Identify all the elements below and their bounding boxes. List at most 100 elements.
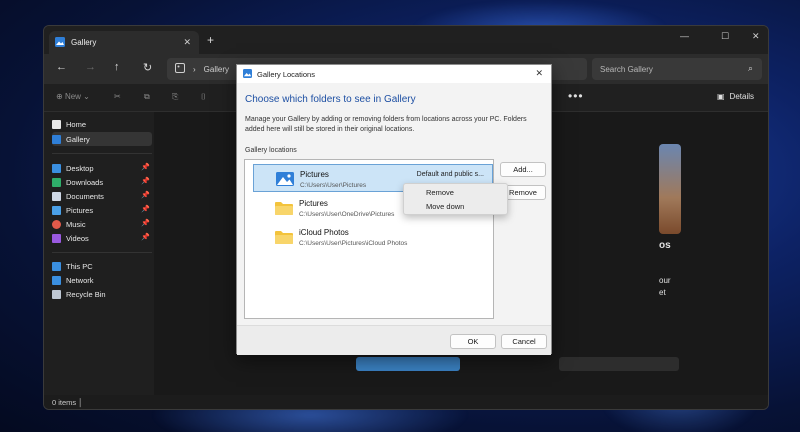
- sidebar-item-label: Videos: [66, 233, 89, 243]
- sidebar-item-label: This PC: [66, 261, 93, 271]
- details-button[interactable]: ▣ Details: [717, 92, 754, 101]
- computer-icon: [52, 261, 61, 271]
- downloads-icon: [52, 177, 61, 187]
- refresh-button[interactable]: ↻: [143, 61, 152, 74]
- details-pane-icon: ▣: [716, 92, 725, 101]
- cancel-button[interactable]: Cancel: [501, 334, 547, 349]
- sidebar-item-label: Downloads: [66, 177, 104, 187]
- sidebar-item-label: Documents: [66, 191, 104, 201]
- gallery-icon: [52, 134, 61, 144]
- navigation-pane: Home Gallery Desktop 📌 Downloads 📌 Docum…: [44, 112, 154, 395]
- sidebar-item-this-pc[interactable]: This PC: [52, 259, 152, 273]
- sidebar-item-recycle-bin[interactable]: Recycle Bin: [52, 287, 152, 301]
- list-item[interactable]: iCloud Photos C:\Users\User\Pictures\iCl…: [253, 223, 493, 251]
- promo-image: [659, 144, 681, 234]
- new-tab-button[interactable]: +: [207, 33, 214, 47]
- divider: [52, 252, 152, 253]
- promo-text: os: [659, 240, 671, 251]
- menu-item-remove[interactable]: Remove: [426, 188, 454, 197]
- sidebar-item-label: Gallery: [66, 134, 90, 144]
- forward-button[interactable]: →: [85, 61, 96, 73]
- ok-button[interactable]: OK: [450, 334, 496, 349]
- search-icon: ⌕: [747, 63, 753, 73]
- context-menu: Remove Move down: [403, 183, 508, 215]
- sidebar-item-label: Desktop: [66, 163, 94, 173]
- divider: [52, 153, 152, 154]
- location-path: C:\Users\User\Pictures\iCloud Photos: [299, 240, 408, 247]
- breadcrumb[interactable]: Gallery: [204, 65, 229, 74]
- dialog-title: Gallery Locations: [257, 69, 315, 79]
- add-button[interactable]: Add...: [500, 162, 546, 177]
- pin-icon: 📌: [141, 192, 150, 199]
- documents-icon: [52, 191, 61, 201]
- sidebar-item-label: Home: [66, 119, 87, 129]
- dialog-description: Manage your Gallery by adding or removin…: [245, 116, 527, 133]
- sidebar-item-label: Pictures: [66, 205, 94, 215]
- rename-icon[interactable]: ⌷: [201, 92, 206, 102]
- music-icon: [52, 219, 61, 229]
- sidebar-item-downloads[interactable]: Downloads 📌: [52, 175, 152, 189]
- sidebar-item-label: Network: [66, 275, 94, 285]
- up-button[interactable]: ↑: [114, 61, 120, 73]
- promo-primary-button[interactable]: [356, 357, 460, 371]
- back-button[interactable]: ←: [56, 61, 67, 73]
- dialog-heading: Choose which folders to see in Gallery: [245, 94, 416, 105]
- sidebar-item-label: Music: [66, 219, 86, 229]
- minimize-button[interactable]: —: [680, 31, 689, 41]
- location-name: Pictures: [300, 170, 329, 179]
- gallery-icon: [243, 68, 252, 80]
- folder-icon: [275, 230, 293, 244]
- close-window-button[interactable]: ✕: [752, 31, 760, 42]
- sidebar-item-videos[interactable]: Videos 📌: [52, 231, 152, 245]
- more-options-icon[interactable]: •••: [568, 89, 584, 103]
- location-path: C:\Users\User\OneDrive\Pictures: [299, 211, 395, 218]
- gallery-icon: [175, 63, 185, 75]
- location-path: C:\Users\User\Pictures: [300, 182, 367, 189]
- pin-icon: 📌: [141, 234, 150, 241]
- network-icon: [52, 275, 61, 285]
- close-dialog-icon[interactable]: ✕: [535, 68, 543, 79]
- location-name: iCloud Photos: [299, 228, 349, 237]
- pin-icon: 📌: [141, 220, 150, 227]
- sidebar-item-music[interactable]: Music 📌: [52, 217, 152, 231]
- close-tab-icon[interactable]: ✕: [183, 37, 191, 48]
- dialog-title-bar: Gallery Locations ✕: [237, 65, 551, 83]
- pictures-folder-icon: [276, 172, 294, 186]
- sidebar-item-network[interactable]: Network: [52, 273, 152, 287]
- sidebar-item-home[interactable]: Home: [52, 117, 152, 131]
- paste-icon[interactable]: ⎘: [172, 92, 178, 102]
- pin-icon: 📌: [141, 206, 150, 213]
- chevron-right-icon: ›: [193, 64, 196, 74]
- home-icon: [52, 119, 61, 129]
- maximize-button[interactable]: ☐: [721, 31, 729, 42]
- search-input[interactable]: Search Gallery ⌕: [592, 58, 762, 80]
- recycle-bin-icon: [52, 289, 61, 299]
- tab-gallery[interactable]: Gallery ✕: [49, 31, 199, 54]
- menu-item-move-down[interactable]: Move down: [426, 202, 464, 211]
- pin-icon: 📌: [141, 164, 150, 171]
- item-count: 0 items: [52, 398, 77, 407]
- location-name: Pictures: [299, 199, 328, 208]
- folder-icon: [275, 201, 293, 215]
- promo-secondary-button[interactable]: [559, 357, 679, 371]
- sidebar-item-pictures[interactable]: Pictures 📌: [52, 203, 152, 217]
- details-label: Details: [729, 92, 754, 101]
- title-bar: Gallery ✕ + — ☐ ✕: [44, 26, 768, 54]
- gallery-icon: [55, 36, 65, 49]
- new-label: New: [64, 92, 81, 101]
- videos-icon: [52, 233, 61, 243]
- dialog-footer: OK Cancel: [237, 325, 551, 355]
- sidebar-item-desktop[interactable]: Desktop 📌: [52, 161, 152, 175]
- new-button[interactable]: ⊕ New ⌄: [56, 92, 90, 101]
- pictures-icon: [52, 205, 61, 215]
- copy-icon[interactable]: ⧉: [144, 92, 150, 102]
- tab-label: Gallery: [71, 38, 97, 47]
- sidebar-item-documents[interactable]: Documents 📌: [52, 189, 152, 203]
- status-bar: 0 items │: [44, 395, 768, 409]
- cut-icon[interactable]: ✂: [114, 92, 121, 101]
- locations-label: Gallery locations: [245, 147, 297, 154]
- search-placeholder: Search Gallery: [600, 64, 653, 74]
- desktop-icon: [52, 163, 61, 173]
- sidebar-item-gallery[interactable]: Gallery: [52, 132, 152, 146]
- promo-text: our: [659, 276, 671, 285]
